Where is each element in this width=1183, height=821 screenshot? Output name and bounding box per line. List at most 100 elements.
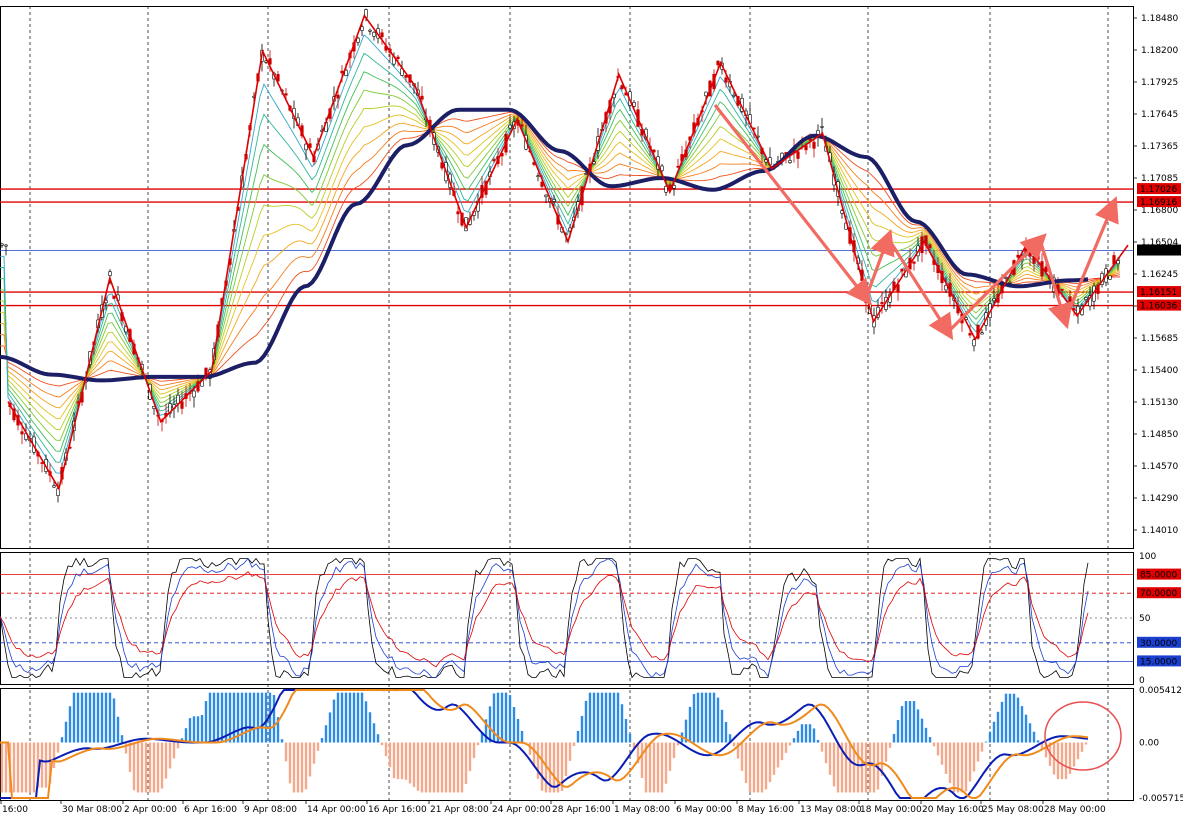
macd-histogram-bar: [160, 742, 164, 789]
macd-histogram-bar: [452, 742, 456, 793]
macd-histogram-bar: [920, 718, 924, 743]
macd-histogram-bar: [380, 742, 384, 746]
level-price-label: 1.17026: [1140, 185, 1177, 195]
stochastic-y-tick-label: 50: [1139, 614, 1151, 624]
macd-histogram-bar: [624, 718, 628, 743]
price-y-tick-label: 1.15400: [1141, 366, 1178, 376]
macd-histogram-bar: [856, 742, 860, 793]
macd-y-tick-label: 0.00: [1139, 739, 1159, 749]
forex-chart[interactable]: 16:00 30 Mar 08:00 2 Apr 00:00 6 Apr 16:00 9…: [0, 0, 1183, 817]
macd-histogram-bar: [304, 742, 308, 790]
x-tick-label: 18 May 00:00: [860, 805, 922, 815]
macd-histogram-bar: [604, 692, 608, 743]
macd-histogram-bar: [744, 742, 748, 784]
macd-histogram-bar: [348, 692, 352, 743]
macd-histogram-bar: [384, 742, 388, 757]
stochastic-level-label: 70.0000: [1140, 589, 1177, 599]
macd-histogram-bar: [1012, 693, 1016, 743]
macd-histogram-bar: [628, 733, 632, 743]
candle-body: [592, 161, 596, 165]
macd-histogram-bar: [568, 742, 572, 761]
macd-histogram-bar: [372, 723, 376, 743]
macd-histogram-bar: [848, 742, 852, 793]
candle-body: [420, 95, 424, 100]
macd-histogram-bar: [940, 742, 944, 765]
macd-histogram-bar: [320, 738, 324, 743]
macd-histogram-bar: [404, 742, 408, 780]
candle-body: [1036, 252, 1040, 260]
candle-body: [520, 124, 524, 127]
macd-histogram-bar: [356, 692, 360, 743]
candle-body: [108, 271, 112, 276]
macd-histogram-bar: [116, 716, 120, 743]
macd-histogram-bar: [188, 718, 192, 743]
macd-histogram-bar: [780, 742, 784, 761]
candle-body: [180, 401, 184, 409]
candle-body: [1064, 305, 1068, 308]
stochastic-level-label: 30.0000: [1140, 639, 1177, 649]
macd-histogram-bar: [772, 742, 776, 775]
macd-histogram-bar: [868, 742, 872, 793]
stochastic-level-label: 85.0000: [1140, 571, 1177, 581]
macd-histogram-bar: [200, 715, 204, 743]
macd-histogram-bar: [844, 742, 848, 793]
ema-ribbon-line: [0, 111, 1121, 387]
macd-histogram-bar: [924, 727, 928, 743]
macd-histogram-bar: [912, 701, 916, 743]
macd-histogram-bar: [936, 742, 940, 756]
stochastic-level-label: 15.0000: [1140, 657, 1177, 667]
x-tick-label: 24 Apr 00:00: [492, 805, 551, 815]
macd-histogram-bar: [540, 742, 544, 791]
macd-histogram-bar: [360, 692, 364, 743]
macd-histogram-bar: [244, 692, 248, 743]
price-y-tick-label: 1.15685: [1141, 334, 1178, 344]
level-price-label: 1.16504: [1140, 247, 1177, 257]
macd-histogram-bar: [836, 742, 840, 793]
candle-body: [880, 302, 884, 304]
price-y-tick-label: 1.18200: [1141, 46, 1178, 56]
macd-histogram-bar: [272, 695, 276, 743]
macd-histogram-bar: [420, 742, 424, 793]
macd-histogram-bar: [724, 722, 728, 743]
macd-histogram-bar: [208, 692, 212, 743]
macd-histogram-bar: [652, 742, 656, 793]
macd-histogram-bar: [768, 742, 772, 783]
macd-histogram-bar: [748, 742, 752, 793]
macd-histogram-bar: [612, 692, 616, 743]
candle-body: [928, 244, 932, 248]
macd-histogram-bar: [316, 742, 320, 751]
candle-body: [620, 85, 624, 90]
macd-histogram-bar: [796, 730, 800, 743]
macd-histogram-bar: [324, 725, 328, 743]
macd-histogram-bar: [512, 707, 516, 743]
macd-histogram-bar: [712, 692, 716, 743]
macd-histogram-bar: [1080, 742, 1084, 752]
macd-histogram-bar: [52, 742, 56, 769]
macd-histogram-bar: [708, 692, 712, 743]
macd-histogram-bar: [700, 692, 704, 743]
candle-body: [1108, 275, 1112, 280]
macd-histogram-bar: [364, 701, 368, 743]
macd-histogram-bar: [692, 694, 696, 743]
macd-histogram-bar: [616, 692, 620, 743]
stochastic-signal-line: [0, 557, 1089, 679]
candle-body: [192, 390, 196, 398]
macd-histogram-bar: [1036, 740, 1040, 743]
macd-histogram-bar: [752, 742, 756, 793]
macd-histogram-bar: [260, 692, 264, 743]
macd-histogram-bar: [1008, 693, 1012, 743]
x-tick-label: 13 May 08:00: [800, 805, 862, 815]
candle-body: [980, 332, 984, 335]
macd-histogram-bar: [928, 737, 932, 743]
macd-histogram-bar: [368, 712, 372, 743]
macd-histogram-bar: [944, 742, 948, 774]
macd-histogram-bar: [152, 742, 156, 793]
macd-histogram-bar: [832, 742, 836, 787]
macd-histogram-bar: [300, 742, 304, 793]
macd-histogram-bar: [252, 692, 256, 743]
candle-body: [1084, 297, 1088, 300]
macd-histogram-bar: [980, 742, 984, 752]
chart-canvas[interactable]: 16:00 30 Mar 08:00 2 Apr 00:00 6 Apr 16:00 9…: [0, 0, 1183, 817]
macd-histogram-bar: [60, 737, 64, 743]
macd-histogram-bar: [56, 742, 60, 753]
